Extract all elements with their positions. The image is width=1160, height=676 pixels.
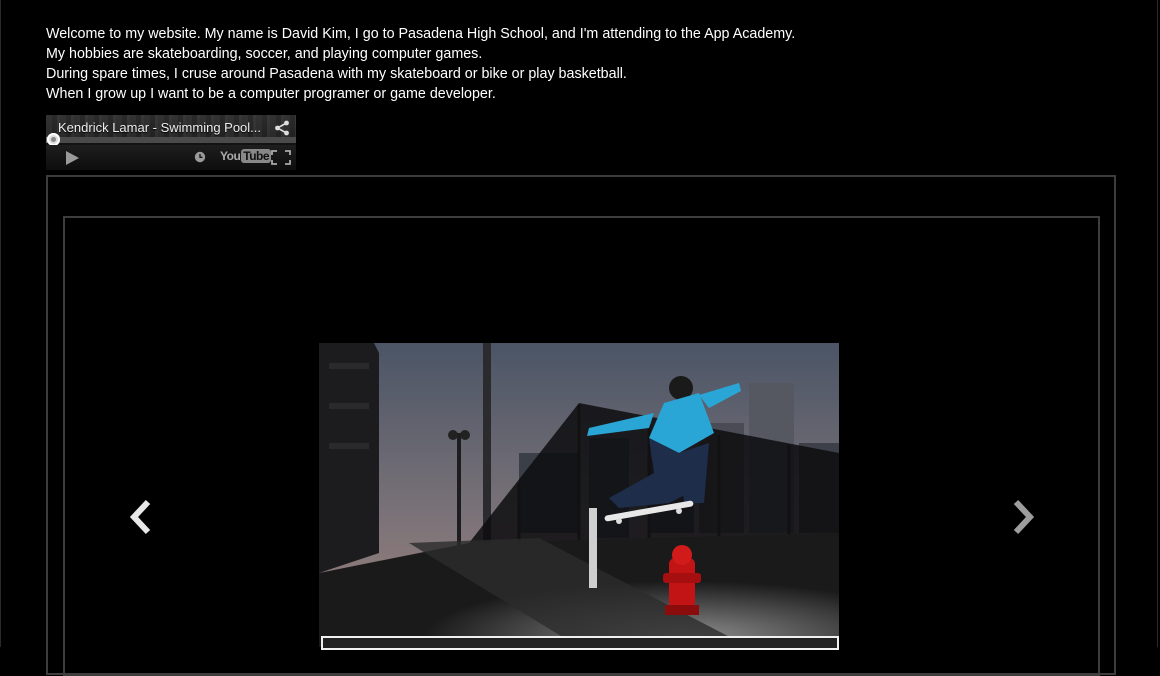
- fullscreen-icon[interactable]: [271, 150, 291, 165]
- play-icon[interactable]: [66, 151, 79, 165]
- youtube-player[interactable]: Kendrick Lamar - Swimming Pool... You Tub…: [46, 115, 296, 170]
- intro-line-1: Welcome to my website. My name is David …: [46, 26, 796, 42]
- video-progress-bar[interactable]: [46, 137, 296, 143]
- chevron-left-icon[interactable]: [128, 499, 158, 535]
- video-title[interactable]: Kendrick Lamar - Swimming Pool...: [58, 120, 261, 135]
- carousel-caption-bar: [321, 636, 839, 650]
- intro-line-4: When I grow up I want to be a computer p…: [46, 86, 496, 102]
- watch-later-icon[interactable]: [194, 151, 206, 163]
- youtube-logo[interactable]: You Tube: [220, 149, 272, 163]
- intro-text: Welcome to my website. My name is David …: [46, 24, 795, 104]
- chevron-right-icon[interactable]: [1006, 499, 1036, 535]
- carousel-slide-image: [319, 343, 839, 647]
- youtube-logo-you: You: [220, 149, 241, 163]
- intro-line-2: My hobbies are skateboarding, soccer, an…: [46, 46, 483, 62]
- share-icon[interactable]: [274, 120, 290, 136]
- video-controls: You Tube: [46, 145, 296, 170]
- intro-line-3: During spare times, I cruse around Pasad…: [46, 66, 627, 82]
- skateboard-photo: [319, 343, 839, 647]
- youtube-logo-tube: Tube: [241, 149, 272, 163]
